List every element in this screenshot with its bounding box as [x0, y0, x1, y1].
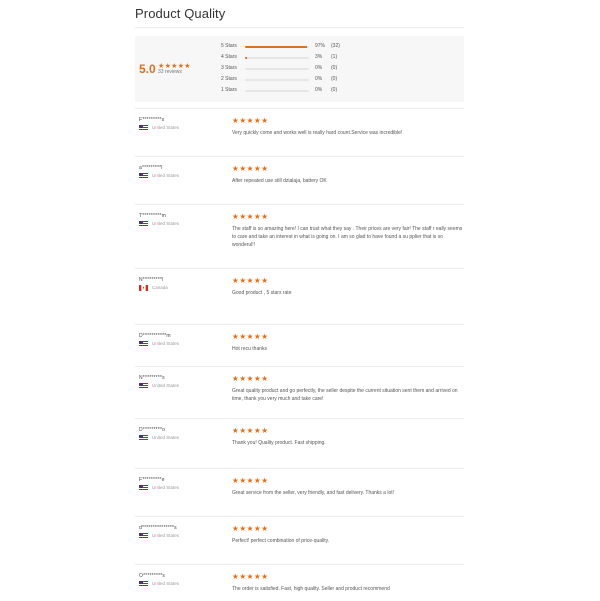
histogram-percent: 0%	[315, 76, 329, 83]
histogram-count: (0)	[331, 87, 351, 94]
review-count: 33 reviews	[158, 69, 182, 75]
review-item: F*********s United States ★★★★★ Very qui…	[135, 108, 464, 157]
us-flag-icon	[139, 221, 148, 227]
review-text: Great service from the seller, very frie…	[232, 489, 464, 497]
review-text: The staff is so amazing here! I can trus…	[232, 225, 464, 249]
ca-flag-icon	[139, 285, 148, 291]
us-flag-icon	[139, 581, 148, 587]
reviewer-country: United States	[152, 485, 179, 491]
histogram-bar-track	[245, 68, 309, 71]
review-stars: ★★★★★	[232, 524, 269, 533]
histogram-bar-track	[245, 90, 309, 93]
reviewer-name: D***********m	[139, 333, 171, 339]
histogram-count: (0)	[331, 76, 351, 83]
review-stars: ★★★★★	[232, 276, 269, 285]
us-flag-icon	[139, 485, 148, 491]
reviewer-name: d***************s	[139, 525, 177, 531]
reviewer-name: a*********l	[139, 165, 163, 171]
us-flag-icon	[139, 125, 148, 131]
reviewer-country: United States	[152, 125, 179, 131]
histogram-label: 3 Stars	[221, 65, 245, 72]
review-text: Very quickly come and works well is real…	[232, 129, 464, 137]
us-flag-icon	[139, 435, 148, 441]
review-stars: ★★★★★	[232, 476, 269, 485]
histogram-label: 1 Stars	[221, 87, 245, 94]
us-flag-icon	[139, 341, 148, 347]
us-flag-icon	[139, 173, 148, 179]
reviewer-name: F*********s	[139, 117, 164, 123]
reviewer-country: United States	[152, 173, 179, 179]
review-text: Thank you! Quality product. Fast shippin…	[232, 439, 464, 447]
average-rating: 5.0	[139, 62, 156, 76]
review-item: d***************s United States ★★★★★ Pe…	[135, 516, 464, 565]
us-flag-icon	[139, 533, 148, 539]
review-text: The order is satisfied. Fast, high quali…	[232, 585, 464, 593]
reviewer-country: United States	[152, 221, 179, 227]
review-item: D***********m United States ★★★★★ Hot re…	[135, 324, 464, 367]
review-text: Good product , 5 stars rate	[232, 289, 464, 297]
reviewer-country: United States	[152, 435, 179, 441]
review-item: N*********l Canada ★★★★★ Good product , …	[135, 268, 464, 325]
reviewer-country: Canada	[152, 285, 168, 291]
histogram-label: 5 Stars	[221, 43, 245, 50]
review-stars: ★★★★★	[232, 426, 269, 435]
reviewer-name: N*********s	[139, 375, 165, 381]
reviewer-name: F*********e	[139, 477, 165, 483]
histogram-percent: 3%	[315, 54, 329, 61]
review-text: Great quality product and go perfectly, …	[232, 387, 464, 403]
review-stars: ★★★★★	[232, 572, 269, 581]
histogram-count: (1)	[331, 54, 351, 61]
rating-summary: 5.0 ★★★★★ 33 reviews 5 Stars 97% (32) 4 …	[135, 36, 464, 102]
review-item: N*********s United States ★★★★★ Great qu…	[135, 366, 464, 419]
histogram-count: (32)	[331, 43, 351, 50]
histogram-percent: 97%	[315, 43, 329, 50]
review-stars: ★★★★★	[232, 212, 269, 221]
reviewer-name: D*********o	[139, 427, 165, 433]
page-title: Product Quality	[135, 6, 225, 21]
histogram-bar-fill	[245, 57, 247, 60]
histogram-bar-track	[245, 79, 309, 82]
review-item: T*********m United States ★★★★★ The staf…	[135, 204, 464, 269]
reviewer-name: N*********l	[139, 277, 163, 283]
histogram-bar-track	[245, 57, 309, 60]
reviewer-country: United States	[152, 581, 179, 587]
histogram-count: (0)	[331, 65, 351, 72]
review-item: D*********o United States ★★★★★ Thank yo…	[135, 418, 464, 469]
review-item: O*********s United States ★★★★★ The orde…	[135, 564, 464, 601]
histogram-bar-fill	[245, 46, 307, 49]
review-text: Hot recu thanks	[232, 345, 464, 353]
reviewer-country: United States	[152, 533, 179, 539]
histogram-percent: 0%	[315, 87, 329, 94]
review-stars: ★★★★★	[232, 374, 269, 383]
histogram-label: 2 Stars	[221, 76, 245, 83]
histogram-bar-track	[245, 46, 309, 49]
review-item: a*********l United States ★★★★★ After re…	[135, 156, 464, 205]
review-stars: ★★★★★	[232, 116, 269, 125]
us-flag-icon	[139, 383, 148, 389]
reviewer-name: T*********m	[139, 213, 166, 219]
histogram-percent: 0%	[315, 65, 329, 72]
histogram-label: 4 Stars	[221, 54, 245, 61]
reviewer-country: United States	[152, 341, 179, 347]
reviewer-name: O*********s	[139, 573, 165, 579]
review-item: F*********e United States ★★★★★ Great se…	[135, 468, 464, 517]
title-divider	[135, 27, 464, 28]
review-stars: ★★★★★	[232, 164, 269, 173]
review-text: After repeated use still dzialaja, batte…	[232, 177, 464, 185]
review-stars: ★★★★★	[232, 332, 269, 341]
reviewer-country: United States	[152, 383, 179, 389]
review-text: Perfect! perfect combination of price-qu…	[232, 537, 464, 545]
